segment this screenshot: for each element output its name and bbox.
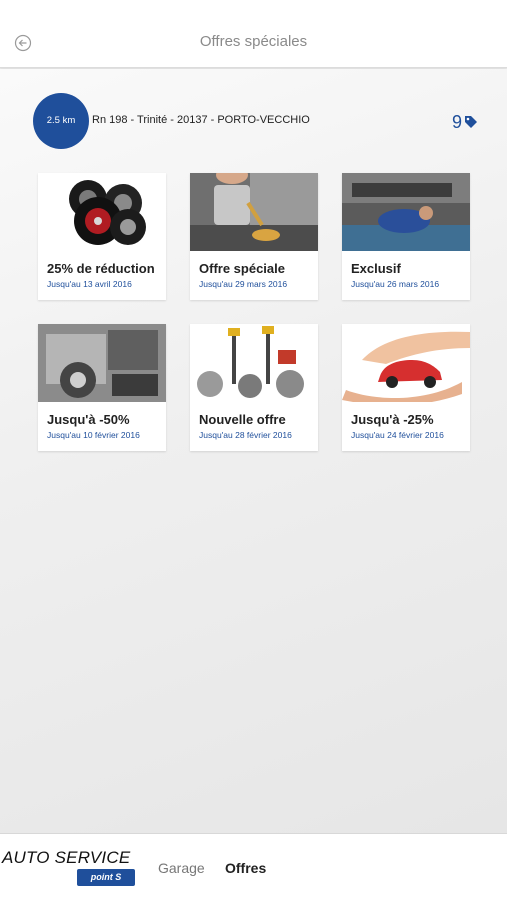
tab-offres[interactable]: Offres <box>225 860 266 876</box>
offer-title: Jusqu'à -25% <box>351 412 434 427</box>
mechanic-image <box>342 173 470 251</box>
offers-content: 2.5 km Rn 198 - Trinité - 20137 - PORTO-… <box>0 69 507 833</box>
offer-card[interactable]: 25% de réduction Jusqu'au 13 avril 2016 <box>38 173 166 300</box>
brand-badge: point S <box>77 869 135 886</box>
bottom-nav: AUTO SERVICE point S Garage Offres <box>0 833 507 900</box>
offer-card[interactable]: Exclusif Jusqu'au 26 mars 2016 <box>342 173 470 300</box>
header-bar: Offres spéciales <box>0 0 507 68</box>
brand-name: AUTO SERVICE <box>2 848 131 867</box>
offers-count-number: 9 <box>451 111 462 132</box>
offer-title: 25% de réduction <box>47 261 155 276</box>
offer-card[interactable]: Jusqu'à -50% Jusqu'au 10 février 2016 <box>38 324 166 451</box>
garage-address: Rn 198 - Trinité - 20137 - PORTO-VECCHIO <box>92 114 310 126</box>
oil-change-image <box>190 173 318 251</box>
offer-title: Offre spéciale <box>199 261 285 276</box>
offer-card[interactable]: Jusqu'à -25% Jusqu'au 24 février 2016 <box>342 324 470 451</box>
offer-title: Nouvelle offre <box>199 412 286 427</box>
offer-date: Jusqu'au 29 mars 2016 <box>199 279 288 289</box>
offer-date: Jusqu'au 28 février 2016 <box>199 430 292 440</box>
engine-image <box>38 324 166 402</box>
offer-date: Jusqu'au 24 février 2016 <box>351 430 444 440</box>
brake-parts-image <box>190 324 318 402</box>
page-title: Offres spéciales <box>199 33 308 50</box>
distance-badge: 2.5 km <box>33 93 89 149</box>
offer-date: Jusqu'au 13 avril 2016 <box>47 279 132 289</box>
offers-count[interactable]: 9 <box>452 112 478 132</box>
brand-logo: AUTO SERVICE point S <box>2 848 142 892</box>
tab-garage[interactable]: Garage <box>158 860 205 876</box>
offer-card[interactable]: Nouvelle offre Jusqu'au 28 février 2016 <box>190 324 318 451</box>
offer-date: Jusqu'au 10 février 2016 <box>47 430 140 440</box>
tires-image <box>38 173 166 251</box>
offer-title: Exclusif <box>351 261 401 276</box>
tag-icon <box>465 116 477 128</box>
offer-card[interactable]: Offre spéciale Jusqu'au 29 mars 2016 <box>190 173 318 300</box>
offer-title: Jusqu'à -50% <box>47 412 130 427</box>
car-in-hands-image <box>342 324 470 402</box>
offer-date: Jusqu'au 26 mars 2016 <box>351 279 440 289</box>
